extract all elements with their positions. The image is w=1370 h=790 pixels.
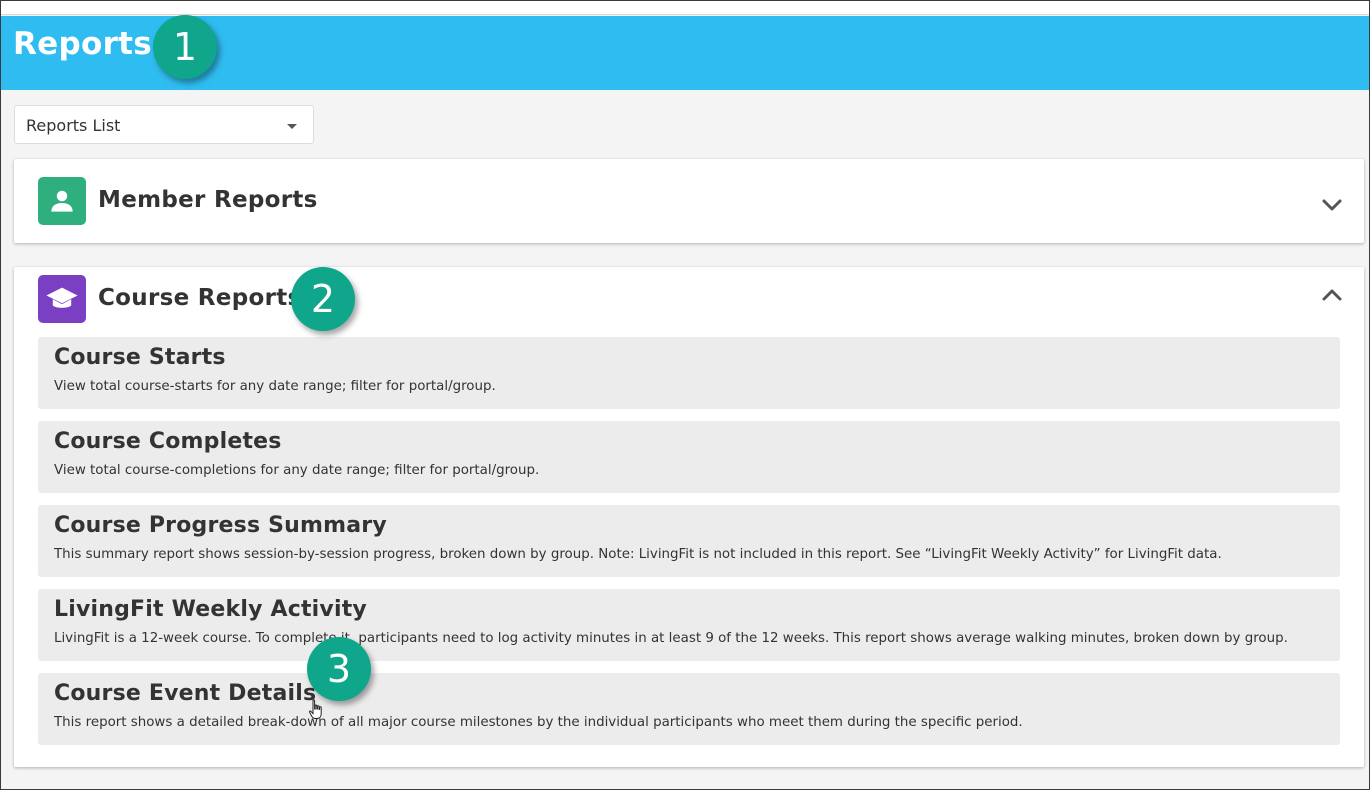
report-description: This report shows a detailed break-down … <box>54 715 1023 730</box>
page-title: Reports <box>13 26 153 62</box>
reports-page: Reports 1 Reports List Member Reports Co… <box>0 0 1370 790</box>
report-title: Course Progress Summary <box>54 513 387 538</box>
report-description: LivingFit is a 12-week course. To comple… <box>54 631 1288 646</box>
person-icon <box>38 177 86 225</box>
report-title: Course Completes <box>54 429 282 454</box>
report-description: View total course-completions for any da… <box>54 463 540 478</box>
caret-down-icon <box>287 124 297 129</box>
reports-list-dropdown[interactable]: Reports List <box>14 105 314 144</box>
report-course-progress-summary[interactable]: Course Progress Summary This summary rep… <box>38 505 1340 577</box>
hand-cursor-icon <box>309 699 322 719</box>
dropdown-selected-value: Reports List <box>26 116 121 135</box>
callout-3: 3 <box>307 637 371 701</box>
callout-2: 2 <box>291 267 355 331</box>
chevron-down-icon[interactable] <box>1320 193 1344 217</box>
report-title: LivingFit Weekly Activity <box>54 597 367 622</box>
member-reports-title: Member Reports <box>98 187 318 213</box>
report-course-event-details[interactable]: Course Event Details This report shows a… <box>38 673 1340 745</box>
top-strip <box>1 1 1369 15</box>
callout-1: 1 <box>153 15 217 79</box>
report-course-completes[interactable]: Course Completes View total course-compl… <box>38 421 1340 493</box>
report-description: View total course-starts for any date ra… <box>54 379 496 394</box>
report-course-starts[interactable]: Course Starts View total course-starts f… <box>38 337 1340 409</box>
course-reports-title: Course Reports <box>98 285 302 311</box>
chevron-up-icon[interactable] <box>1320 283 1344 307</box>
report-livingfit-weekly-activity[interactable]: LivingFit Weekly Activity LivingFit is a… <box>38 589 1340 661</box>
member-reports-panel[interactable]: Member Reports <box>14 159 1364 243</box>
report-description: This summary report shows session-by-ses… <box>54 547 1222 562</box>
report-title: Course Starts <box>54 345 226 370</box>
course-reports-panel: Course Reports Course Starts View total … <box>14 267 1364 767</box>
report-title: Course Event Details <box>54 681 317 706</box>
graduation-cap-icon <box>38 275 86 323</box>
